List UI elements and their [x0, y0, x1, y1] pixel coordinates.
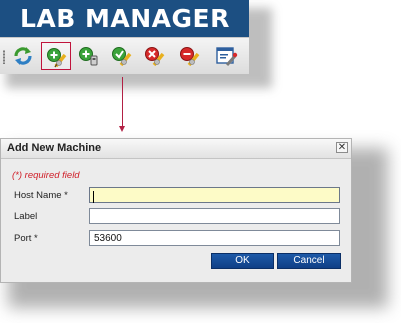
port-input[interactable]	[89, 230, 340, 246]
dialog-title: Add New Machine	[7, 142, 102, 154]
text-caret	[93, 191, 94, 203]
required-note: (*) required field	[12, 170, 80, 181]
add-machine-button[interactable]	[41, 42, 71, 70]
refresh-icon	[14, 47, 32, 65]
toolbar	[0, 37, 249, 74]
delete-machine-icon	[145, 47, 165, 67]
refresh-button[interactable]	[8, 42, 38, 70]
add-machine-icon	[47, 48, 67, 68]
app-title: LAB MANAGER	[20, 4, 230, 33]
add-machine-dialog: Add New Machine ✕ (*) required field Hos…	[0, 138, 352, 283]
add-device-icon	[79, 47, 98, 66]
ok-button[interactable]: OK	[211, 253, 274, 269]
delete-machine-button[interactable]	[140, 42, 170, 70]
add-device-button[interactable]	[74, 42, 104, 70]
cancel-button[interactable]: Cancel	[277, 253, 341, 269]
edit-machine-button[interactable]	[107, 42, 137, 70]
port-label: Port *	[14, 233, 38, 244]
host-name-input[interactable]	[89, 187, 340, 203]
arrow-down-icon	[119, 126, 125, 132]
toolbar-grip[interactable]	[3, 50, 5, 64]
connector-line	[122, 77, 123, 127]
remove-machine-button[interactable]	[175, 42, 205, 70]
properties-button[interactable]	[212, 42, 242, 70]
host-name-label: Host Name *	[14, 190, 68, 201]
label-label: Label	[14, 211, 38, 222]
close-icon[interactable]: ✕	[336, 142, 348, 153]
edit-machine-icon	[112, 47, 132, 67]
app-header: LAB MANAGER	[0, 0, 249, 37]
label-input[interactable]	[89, 208, 340, 224]
remove-machine-icon	[180, 47, 200, 67]
dialog-titlebar[interactable]: Add New Machine ✕	[1, 139, 351, 159]
lab-manager-panel: LAB MANAGER	[0, 0, 249, 74]
properties-icon	[216, 47, 238, 66]
